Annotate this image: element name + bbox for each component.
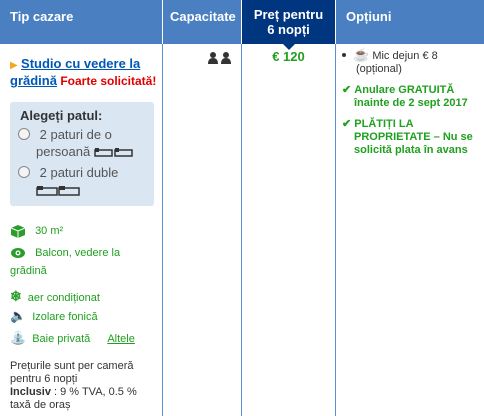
bed-selector: Alegeți patul: 2 paturi de o persoană 2 … <box>10 102 154 206</box>
facility-view: Balcon, vedere la grădină <box>10 247 121 277</box>
cube-icon <box>10 225 26 238</box>
two-persons-icon <box>208 51 231 64</box>
radio-single[interactable] <box>18 128 30 140</box>
eye-icon <box>11 248 25 259</box>
header-tip-cazare: Tip cazare <box>0 0 162 44</box>
check-icon: ✔ <box>342 118 352 130</box>
room-title: ▶ Studio cu vedere la grădină Foarte soli… <box>10 56 160 89</box>
snowflake-icon: ❄ <box>10 288 22 304</box>
option-payment: ✔ PLĂTIȚI LA PROPRIETATE – Nu se solicit… <box>342 118 473 156</box>
single-bed-icon <box>94 147 133 157</box>
price-note: Prețurile sunt per cameră pentru 6 nopți… <box>10 360 137 411</box>
triangle-icon: ▶ <box>10 60 18 71</box>
more-facilities-link[interactable]: Altele <box>107 333 135 345</box>
column-divider <box>162 44 163 416</box>
price-value: € 120 <box>272 49 305 64</box>
double-bed-icon <box>36 185 80 196</box>
header-capacitate: Capacitate <box>163 0 241 44</box>
coffee-icon: ☕ <box>353 47 370 62</box>
facility-bath: ⛲ Baie privată Altele <box>10 330 135 345</box>
option-breakfast: ☕ Mic dejun € 8 (opțional) <box>342 48 482 76</box>
option-cancellation: ✔ Anulare GRATUITĂ înainte de 2 sept 201… <box>342 84 468 109</box>
speaker-icon: 🔈 <box>10 308 27 323</box>
bed-option-single[interactable]: 2 paturi de o persoană <box>18 126 134 160</box>
header-optiuni: Opțiuni <box>336 0 484 44</box>
facility-size: 30 m² <box>10 224 63 238</box>
column-divider <box>241 44 242 416</box>
bed-title: Alegeți patul: <box>20 108 103 123</box>
high-demand-badge: Foarte solicitată! <box>60 74 157 88</box>
check-icon: ✔ <box>342 84 352 96</box>
capacity-icon <box>207 50 233 65</box>
header-pret[interactable]: Preț pentru 6 nopți <box>242 0 335 50</box>
radio-double[interactable] <box>18 166 30 178</box>
shower-icon: ⛲ <box>10 330 27 345</box>
facility-soundproof: 🔈 Izolare fonică <box>10 308 98 323</box>
facility-ac: ❄ aer condiționat <box>10 288 100 304</box>
column-divider <box>335 44 336 416</box>
bed-option-double[interactable]: 2 paturi duble <box>18 164 118 198</box>
